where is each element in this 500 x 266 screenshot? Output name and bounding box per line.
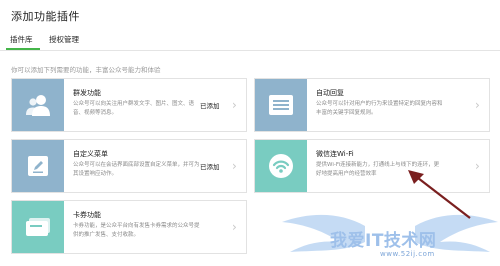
plugin-title: 自定义菜单 <box>73 150 108 158</box>
plugin-card-custom-menu[interactable]: 自定义菜单 公众号可以在会话界面底部设置自定义菜单，并可为其设置响应动作。 已添… <box>11 139 247 193</box>
users-icon <box>26 95 50 116</box>
tab-bar: 插件库 授权管理 <box>0 30 500 51</box>
plugin-title: 微信连Wi-Fi <box>316 150 354 158</box>
plugin-title: 卡券功能 <box>73 211 101 219</box>
active-tab-indicator <box>6 48 40 50</box>
tab-plugin-library[interactable]: 插件库 <box>10 34 33 45</box>
plugin-thumb <box>12 140 64 192</box>
edit-icon <box>28 156 48 176</box>
plugin-status: 已添加 <box>200 102 220 110</box>
card-icon <box>26 218 50 236</box>
plugin-card-mass-send[interactable]: 群发功能 公众号可以向关注用户群发文字、图片、图文、语音、视频等消息。 已添加 … <box>11 78 247 132</box>
watermark-url: www.52ij.com <box>380 250 435 258</box>
chevron-right-icon: › <box>475 98 480 112</box>
tab-authorization[interactable]: 授权管理 <box>49 34 79 45</box>
plugin-description: 卡券功能，是公众平台向有发售卡券需求的公众号提供的推广发售、支付收款。 <box>73 223 200 238</box>
plugin-thumb <box>12 79 64 131</box>
plugin-description: 公众号可以针对用户的行为来设置特定的回复内容和丰富的关键字回复规则。 <box>316 101 443 116</box>
plugin-thumb <box>12 201 64 253</box>
watermark-text: 我爱IT技术网 <box>330 231 437 251</box>
chevron-right-icon: › <box>232 159 237 173</box>
plugin-thumb <box>255 79 307 131</box>
chevron-right-icon: › <box>232 98 237 112</box>
page-title: 添加功能插件 <box>11 10 80 23</box>
plugin-title: 群发功能 <box>73 89 101 97</box>
plugin-status: 已添加 <box>200 163 220 171</box>
annotation-arrow <box>408 170 471 219</box>
message-list-icon <box>269 95 293 115</box>
hint-text: 你可以添加下列需要的功能，丰富公众号能力和体验 <box>11 66 161 74</box>
plugin-title: 自动回复 <box>316 89 344 97</box>
plugin-card-coupon[interactable]: 卡券功能 卡券功能，是公众平台向有发售卡券需求的公众号提供的推广发售、支付收款。… <box>11 200 247 254</box>
plugin-description: 公众号可以向关注用户群发文字、图片、图文、语音、视频等消息。 <box>73 101 195 116</box>
plugin-description: 公众号可以在会话界面底部设置自定义菜单，并可为其设置响应动作。 <box>73 162 200 177</box>
plugin-card-auto-reply[interactable]: 自动回复 公众号可以针对用户的行为来设置特定的回复内容和丰富的关键字回复规则。 … <box>254 78 490 132</box>
chevron-right-icon: › <box>232 220 237 234</box>
